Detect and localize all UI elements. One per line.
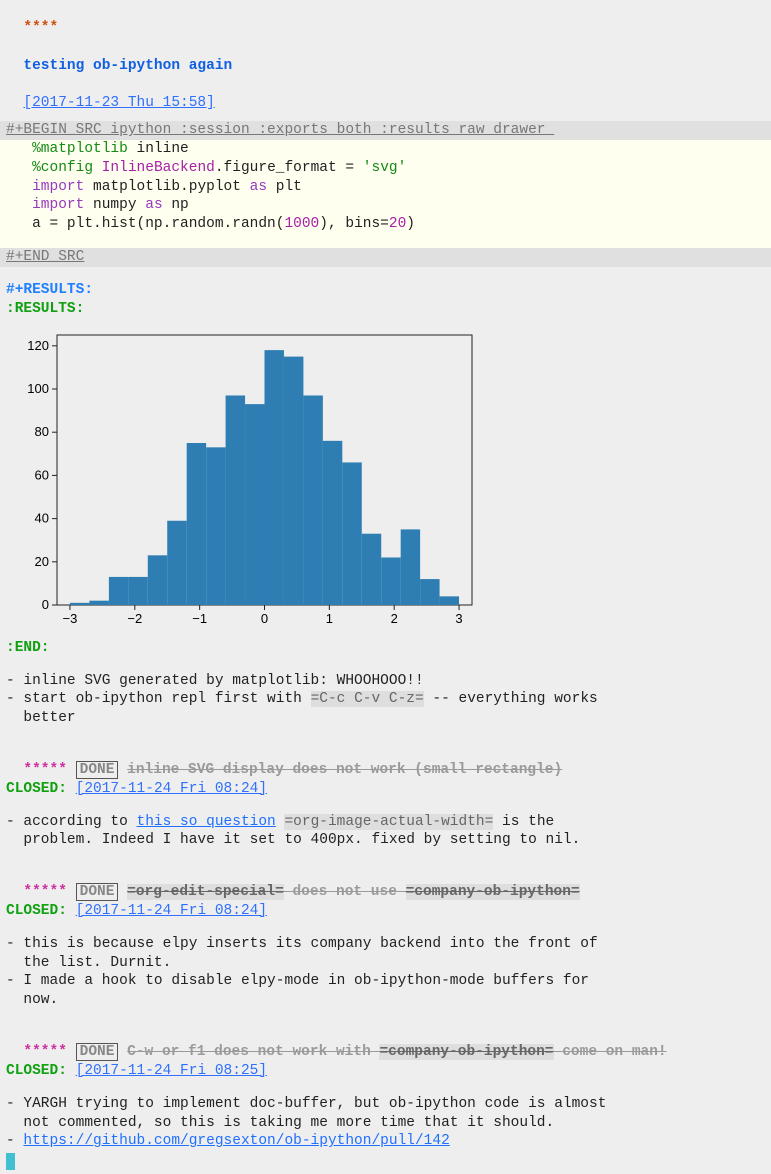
list-item-cont: not commented, so this is taking me more…	[0, 1114, 771, 1133]
list-item: - https://github.com/gregsexton/ob-ipyth…	[0, 1132, 771, 1151]
closed-timestamp[interactable]: [2017-11-24 Fri 08:24]	[76, 781, 267, 797]
heading-timestamp[interactable]: [2017-11-23 Thu 15:58]	[23, 95, 214, 111]
svg-text:0: 0	[42, 597, 49, 612]
svg-text:2: 2	[391, 611, 398, 626]
todo-done: DONE	[76, 883, 119, 901]
list-item: - this is because elpy inserts its compa…	[0, 935, 771, 954]
src-end: #+END_SRC	[0, 248, 771, 267]
list-item-cont: now.	[0, 991, 771, 1010]
src-begin: #+BEGIN_SRC ipython :session :exports bo…	[0, 121, 771, 140]
list-item-cont: better	[0, 709, 771, 728]
org-stars: ****	[23, 20, 58, 36]
list-item: - according to this so question =org-ima…	[0, 813, 771, 832]
src-line[interactable]: %config InlineBackend.figure_format = 's…	[0, 159, 771, 178]
list-item: - start ob-ipython repl first with =C-c …	[0, 690, 771, 709]
svg-text:−1: −1	[192, 611, 207, 626]
closed-timestamp[interactable]: [2017-11-24 Fri 08:24]	[76, 903, 267, 919]
svg-text:120: 120	[27, 337, 49, 352]
todo-done: DONE	[76, 761, 119, 779]
list-item: - inline SVG generated by matplotlib: WH…	[0, 672, 771, 691]
list-item-cont: problem. Indeed I have it set to 400px. …	[0, 831, 771, 850]
text-cursor	[6, 1153, 15, 1170]
heading-main: **** testing ob-ipython again [2017-11-2…	[0, 0, 771, 113]
src-line[interactable]: import matplotlib.pyplot as plt	[0, 178, 771, 197]
heading-sub: ***** DONE C-w or f1 does not work with …	[0, 1024, 771, 1062]
svg-text:80: 80	[35, 424, 49, 439]
src-line[interactable]: a = plt.hist(np.random.randn(1000), bins…	[0, 215, 771, 234]
heading-sub: ***** DONE =org-edit-special= does not u…	[0, 864, 771, 902]
svg-text:100: 100	[27, 381, 49, 396]
svg-text:20: 20	[35, 553, 49, 568]
results-drawer-close: :END:	[0, 639, 771, 658]
src-line[interactable]: import numpy as np	[0, 196, 771, 215]
closed-line: CLOSED: [2017-11-24 Fri 08:24]	[0, 780, 771, 799]
svg-text:3: 3	[455, 611, 462, 626]
heading-title: testing ob-ipython again	[23, 58, 232, 74]
so-link[interactable]: this so question	[137, 814, 276, 830]
code-inline: =C-c C-v C-z=	[311, 691, 424, 707]
closed-timestamp[interactable]: [2017-11-24 Fri 08:25]	[76, 1063, 267, 1079]
list-item: - I made a hook to disable elpy-mode in …	[0, 972, 771, 991]
closed-line: CLOSED: [2017-11-24 Fri 08:24]	[0, 902, 771, 921]
list-item-cont: the list. Durnit.	[0, 954, 771, 973]
closed-line: CLOSED: [2017-11-24 Fri 08:25]	[0, 1062, 771, 1081]
src-line[interactable]: %matplotlib inline	[0, 140, 771, 159]
results-drawer-open: :RESULTS:	[0, 300, 771, 319]
svg-text:−2: −2	[127, 611, 142, 626]
svg-text:60: 60	[35, 467, 49, 482]
github-link[interactable]: https://github.com/gregsexton/ob-ipython…	[23, 1133, 449, 1149]
svg-text:1: 1	[326, 611, 333, 626]
svg-text:−3: −3	[63, 611, 78, 626]
results-header: #+RESULTS:	[0, 281, 771, 300]
histogram-chart: 0 20 40 60 80 100 120 −3 −2 −1 0 1 2 3	[12, 325, 482, 635]
svg-text:0: 0	[261, 611, 268, 626]
svg-text:40: 40	[35, 510, 49, 525]
todo-done: DONE	[76, 1043, 119, 1061]
heading-sub: ***** DONE inline SVG display does not w…	[0, 742, 771, 780]
